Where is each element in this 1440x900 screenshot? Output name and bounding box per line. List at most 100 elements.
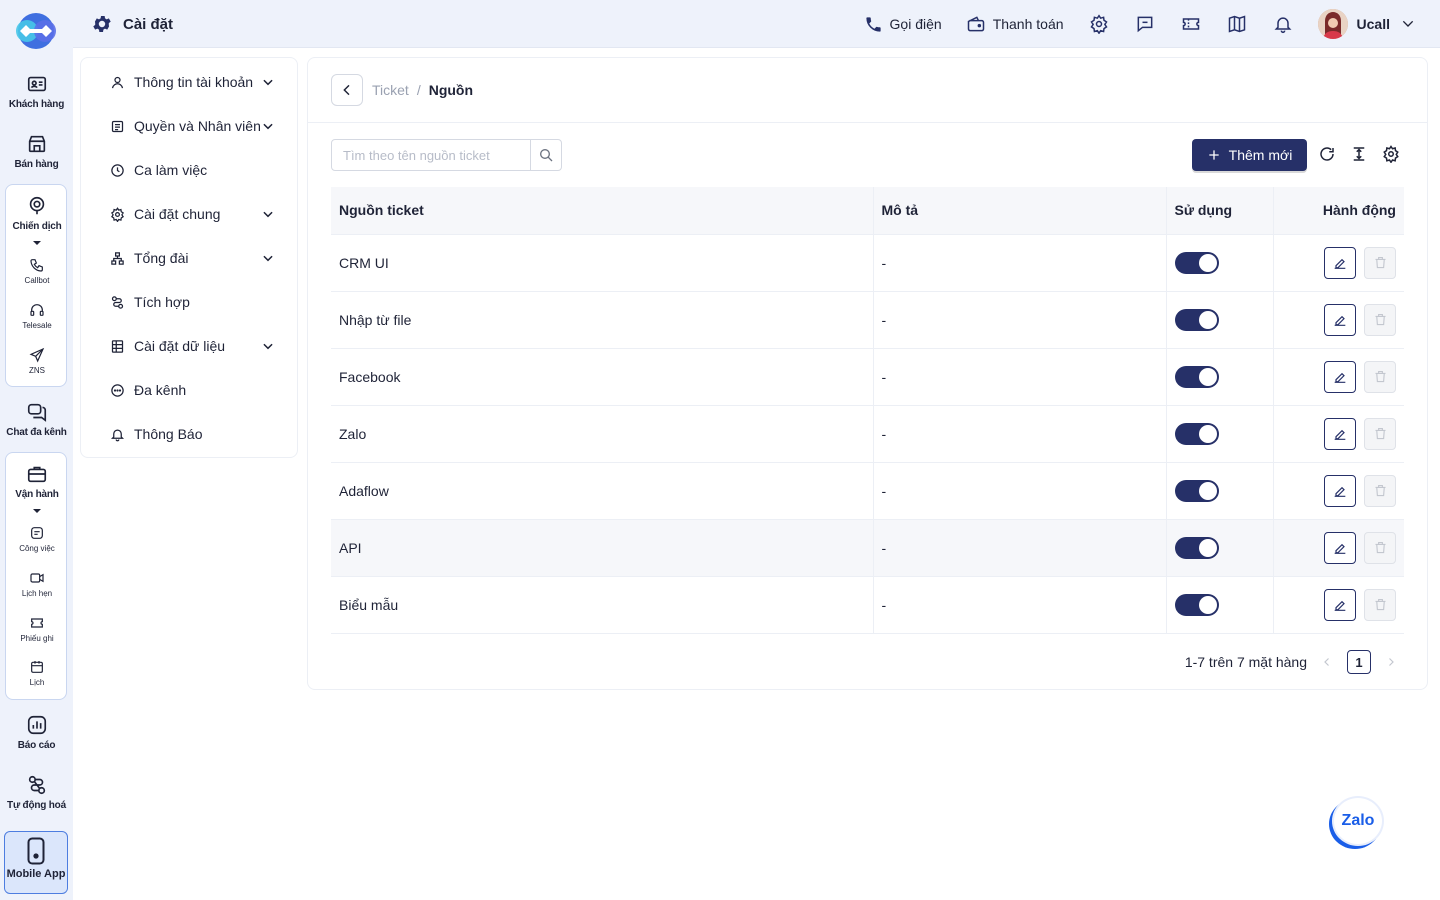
menu-item-data-settings[interactable]: Cài đặt dữ liệu <box>81 324 297 368</box>
list-icon <box>109 118 125 134</box>
payment-button[interactable]: Thanh toán <box>966 14 1064 34</box>
caret-down-icon[interactable] <box>33 241 41 245</box>
tickets-button[interactable] <box>1180 13 1202 35</box>
messages-button[interactable] <box>1134 13 1156 35</box>
rail-item-label: Tự động hoá <box>7 800 66 811</box>
table-row: CRM UI - <box>331 234 1404 292</box>
table-row: Biểu mẫu - <box>331 576 1404 634</box>
rail-item-customers[interactable]: Khách hàng <box>0 73 73 110</box>
menu-item-notifications[interactable]: Thông Báo <box>81 412 297 456</box>
chevron-down-icon <box>263 211 273 218</box>
cell-actions <box>1272 462 1404 520</box>
edit-button[interactable] <box>1324 417 1356 450</box>
in-use-toggle[interactable] <box>1174 308 1219 331</box>
trash-icon <box>1375 484 1385 497</box>
search-box <box>331 139 562 171</box>
rail-sub-calendar[interactable]: Lịch <box>6 659 68 687</box>
mobile-app-button[interactable]: Mobile App <box>4 831 68 894</box>
zalo-chat-widget[interactable]: Zalo <box>1332 796 1384 846</box>
table-row: API - <box>331 519 1404 577</box>
chevron-down-icon[interactable] <box>1400 16 1416 32</box>
rail-item-campaign[interactable]: Chiến dịch <box>6 195 68 232</box>
integration-icon <box>109 294 125 310</box>
delete-button[interactable] <box>1364 474 1396 507</box>
page-number-current[interactable]: 1 <box>1347 650 1371 674</box>
delete-button[interactable] <box>1364 417 1396 450</box>
chevron-down-icon <box>263 123 273 130</box>
menu-item-label: Thông tin tài khoản <box>134 74 254 90</box>
edit-button[interactable] <box>1324 474 1356 507</box>
rail-item-operations[interactable]: Vận hành <box>6 463 68 500</box>
pagination-summary: 1-7 trên 7 mặt hàng <box>1184 654 1307 670</box>
rail-item-reports[interactable]: Báo cáo <box>0 714 73 751</box>
rail-group-operations: Vận hành Công việc Lịch hẹn Phiếu ghi Lị… <box>5 452 67 700</box>
rail-sub-appointments[interactable]: Lịch hẹn <box>6 570 68 598</box>
chevron-left-icon[interactable] <box>1321 656 1333 668</box>
refresh-icon <box>1320 147 1334 161</box>
add-new-button[interactable]: Thêm mới <box>1192 139 1307 171</box>
rail-item-automation[interactable]: Tự động hoá <box>0 774 73 811</box>
back-button[interactable] <box>331 74 363 106</box>
edit-button[interactable] <box>1324 360 1356 393</box>
table-settings-button[interactable] <box>1381 144 1401 164</box>
menu-item-general-settings[interactable]: Cài đặt chung <box>81 192 297 236</box>
notifications-button[interactable] <box>1272 13 1294 35</box>
settings-menu: Thông tin tài khoản Quyền và Nhân viên C… <box>80 57 298 458</box>
menu-item-roles-staff[interactable]: Quyền và Nhân viên <box>81 104 297 148</box>
rail-sub-telesale[interactable]: Telesale <box>6 302 68 330</box>
guide-button[interactable] <box>1226 13 1248 35</box>
menu-item-omnichannel[interactable]: Đa kênh <box>81 368 297 412</box>
settings-button[interactable] <box>1088 13 1110 35</box>
column-header-description[interactable]: Mô tả <box>872 187 1166 235</box>
in-use-toggle[interactable] <box>1174 251 1219 274</box>
rail-item-label: Chat đa kênh <box>6 427 67 438</box>
in-use-toggle[interactable] <box>1174 479 1219 502</box>
chevron-right-icon[interactable] <box>1385 656 1397 668</box>
rail-sub-zns[interactable]: ZNS <box>6 347 68 375</box>
column-header-in-use[interactable]: Sử dụng <box>1165 187 1273 235</box>
rail-item-sales[interactable]: Bán hàng <box>0 133 73 170</box>
in-use-toggle[interactable] <box>1174 365 1219 388</box>
column-header-source[interactable]: Nguồn ticket <box>331 187 873 235</box>
call-label: Gọi điện <box>889 16 942 32</box>
in-use-toggle[interactable] <box>1174 422 1219 445</box>
rail-item-label: Chiến dịch <box>12 221 62 232</box>
menu-item-account-info[interactable]: Thông tin tài khoản <box>81 60 297 104</box>
rail-sub-notes[interactable]: Phiếu ghi <box>6 615 68 643</box>
delete-button[interactable] <box>1364 531 1396 564</box>
cell-source: Adaflow <box>331 462 873 520</box>
menu-item-label: Tích hợp <box>134 294 190 310</box>
delete-button[interactable] <box>1364 246 1396 279</box>
rail-item-omnichannel-chat[interactable]: Chat đa kênh <box>0 401 73 438</box>
edit-button[interactable] <box>1324 531 1356 564</box>
search-button[interactable] <box>530 140 561 170</box>
refresh-button[interactable] <box>1317 144 1337 164</box>
user-name[interactable]: Ucall <box>1357 16 1390 32</box>
breadcrumb-parent[interactable]: Ticket <box>372 82 409 98</box>
delete-button[interactable] <box>1364 588 1396 621</box>
pencil-icon <box>1334 486 1346 497</box>
in-use-toggle[interactable] <box>1174 593 1219 616</box>
column-height-button[interactable] <box>1349 144 1369 164</box>
caret-down-icon[interactable] <box>33 509 41 513</box>
menu-item-integrations[interactable]: Tích hợp <box>81 280 297 324</box>
delete-button[interactable] <box>1364 360 1396 393</box>
cell-description: - <box>872 234 1166 292</box>
menu-item-work-shifts[interactable]: Ca làm việc <box>81 148 297 192</box>
call-button[interactable]: Gọi điện <box>864 15 942 34</box>
rail-sub-callbot[interactable]: Callbot <box>6 257 68 285</box>
delete-button[interactable] <box>1364 303 1396 336</box>
ucall-logo[interactable] <box>14 11 58 51</box>
edit-button[interactable] <box>1324 588 1356 621</box>
headset-icon <box>30 304 44 316</box>
search-input[interactable] <box>332 140 530 170</box>
edit-button[interactable] <box>1324 303 1356 336</box>
cell-source: CRM UI <box>331 234 873 292</box>
rail-sub-tasks[interactable]: Công việc <box>6 525 68 553</box>
left-rail: Khách hàng Bán hàng Chiến dịch Callbot T… <box>0 0 73 900</box>
menu-item-switchboard[interactable]: Tổng đài <box>81 236 297 280</box>
cell-source: API <box>331 519 873 577</box>
avatar[interactable] <box>1317 9 1348 39</box>
edit-button[interactable] <box>1324 246 1356 279</box>
in-use-toggle[interactable] <box>1174 536 1219 559</box>
